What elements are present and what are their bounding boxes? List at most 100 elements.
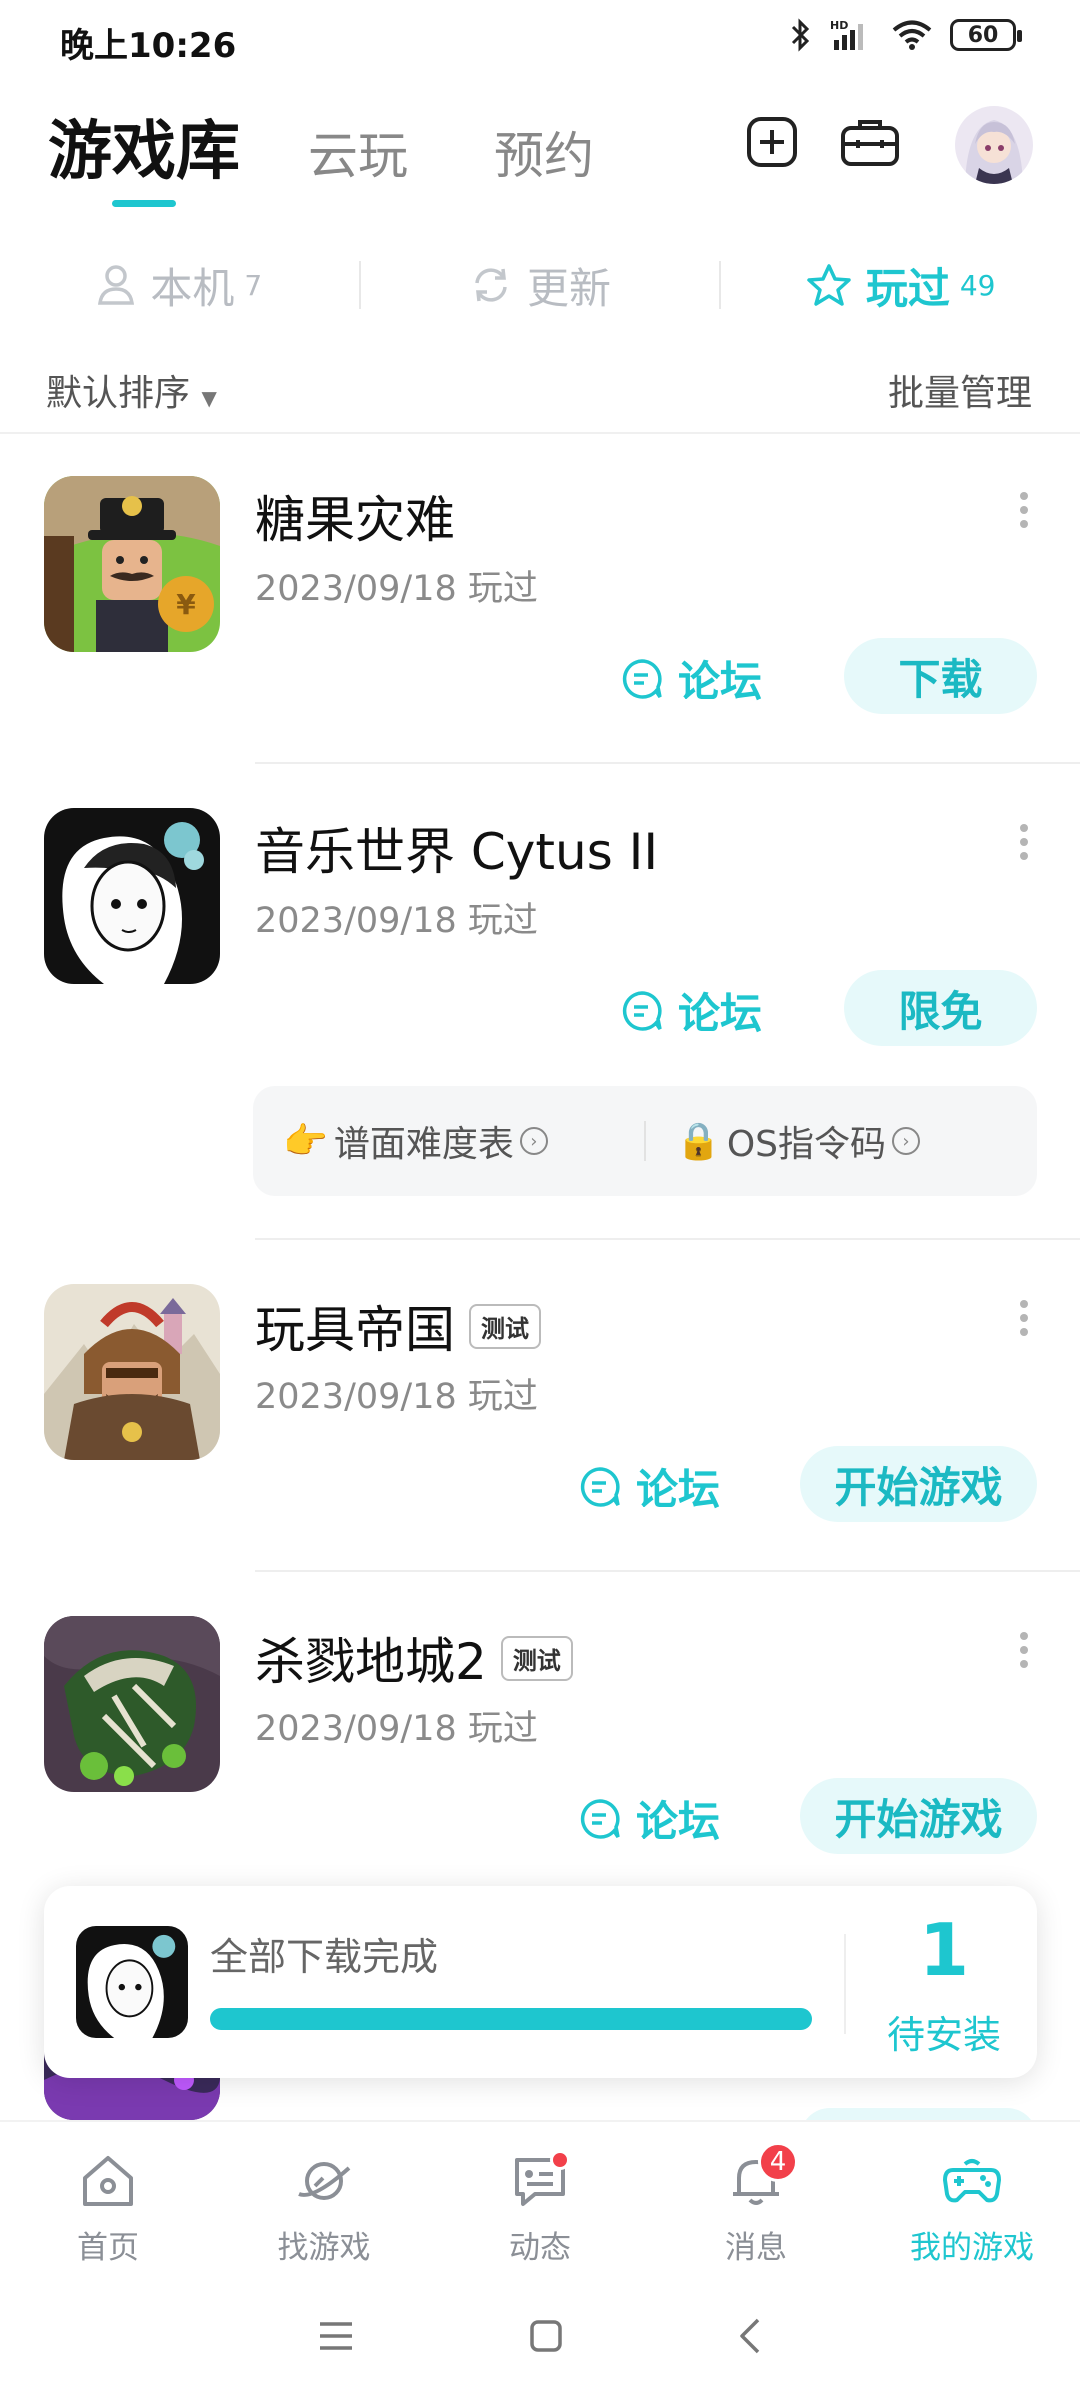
nav-home[interactable]: 首页 bbox=[0, 2122, 216, 2270]
forum-button[interactable]: 论坛 bbox=[620, 648, 762, 709]
game-played-date: 2023/09/18 玩过 bbox=[255, 1709, 538, 1749]
filter-local-count: 7 bbox=[244, 268, 263, 302]
download-progress-bar bbox=[210, 2008, 812, 2030]
nav-find-games[interactable]: 找游戏 bbox=[216, 2122, 432, 2270]
tab-cloud-play[interactable]: 云玩 bbox=[308, 116, 408, 188]
download-panel[interactable]: 全部下载完成 1 待安装 bbox=[44, 1886, 1037, 2078]
refresh-icon bbox=[475, 268, 507, 302]
toolbox-icon[interactable] bbox=[840, 116, 900, 168]
tip-chart-difficulty[interactable]: 👉 谱面难度表 › bbox=[253, 1115, 644, 1167]
download-game-icon bbox=[76, 1926, 188, 2038]
game-played-date: 2023/09/18 玩过 bbox=[255, 1377, 538, 1417]
tip-label: OS指令码 bbox=[726, 1124, 887, 1165]
tab-active-indicator bbox=[112, 200, 176, 207]
tips-box: 👉 谱面难度表 › 🔒 OS指令码 › bbox=[253, 1086, 1037, 1196]
more-vertical-icon[interactable] bbox=[1018, 822, 1030, 862]
nav-messages[interactable]: 4 消息 bbox=[648, 2122, 864, 2270]
divider bbox=[255, 762, 1080, 764]
game-title[interactable]: 杀戮地城2 测试 bbox=[255, 1622, 573, 1694]
filter-played-label: 玩过 bbox=[865, 263, 950, 313]
download-status: 全部下载完成 bbox=[210, 1935, 439, 1979]
wifi-icon bbox=[892, 20, 932, 50]
nav-feed[interactable]: 动态 bbox=[432, 2122, 648, 2270]
message-badge: 4 bbox=[758, 2142, 798, 2182]
batch-manage-button[interactable]: 批量管理 bbox=[888, 364, 1032, 416]
bluetooth-icon bbox=[791, 18, 810, 52]
forum-label: 论坛 bbox=[678, 989, 763, 1038]
tip-label: 谱面难度表 bbox=[333, 1124, 514, 1165]
chevron-right-icon: › bbox=[519, 1127, 548, 1155]
menu-icon[interactable] bbox=[316, 2320, 356, 2352]
forum-button[interactable]: 论坛 bbox=[578, 1788, 720, 1849]
nav-label: 动态 bbox=[509, 2230, 571, 2266]
status-time: 晚上10:26 bbox=[60, 26, 237, 66]
forum-icon bbox=[622, 990, 662, 1031]
battery-icon: 60 bbox=[950, 19, 1022, 51]
notification-dot bbox=[550, 2150, 570, 2170]
lock-icon: 🔒 bbox=[676, 1121, 721, 1162]
filter-played-count: 49 bbox=[959, 268, 996, 302]
start-game-button[interactable]: 开始游戏 bbox=[800, 1446, 1037, 1522]
svg-text:¥: ¥ bbox=[176, 588, 196, 621]
system-nav-bar bbox=[0, 2272, 1080, 2400]
svg-text:HD: HD bbox=[830, 19, 848, 32]
divider bbox=[255, 1570, 1080, 1572]
more-vertical-icon[interactable] bbox=[1018, 1298, 1030, 1338]
start-game-button[interactable]: 开始游戏 bbox=[800, 1778, 1037, 1854]
download-button[interactable]: 下载 bbox=[844, 638, 1037, 714]
filter-played[interactable]: 玩过 49 bbox=[721, 255, 1080, 316]
nav-label: 找游戏 bbox=[277, 2230, 371, 2266]
forum-icon bbox=[580, 1798, 620, 1839]
tip-os-code[interactable]: 🔒 OS指令码 › bbox=[646, 1115, 1037, 1167]
signal-icon: HD bbox=[830, 19, 863, 50]
sort-label: 默认排序 bbox=[46, 373, 191, 414]
chevron-right-icon: › bbox=[892, 1127, 921, 1155]
game-played-date: 2023/09/18 玩过 bbox=[255, 901, 538, 941]
game-title[interactable]: 糖果灾难 bbox=[255, 480, 455, 552]
tab-reserve[interactable]: 预约 bbox=[494, 116, 594, 188]
add-square-icon[interactable] bbox=[746, 116, 798, 168]
game-played-date: 2023/09/18 玩过 bbox=[255, 569, 538, 609]
forum-label: 论坛 bbox=[636, 1465, 721, 1514]
home-icon bbox=[83, 2156, 133, 2206]
home-square-icon[interactable] bbox=[528, 2318, 564, 2354]
game-title[interactable]: 玩具帝国 测试 bbox=[255, 1290, 541, 1362]
forum-label: 论坛 bbox=[678, 657, 763, 706]
filter-update[interactable]: 更新 bbox=[361, 255, 720, 316]
pending-install-count[interactable]: 1 bbox=[854, 1908, 1034, 1992]
gamepad-icon bbox=[943, 2159, 1001, 2203]
more-vertical-icon[interactable] bbox=[1018, 490, 1030, 530]
filter-update-label: 更新 bbox=[527, 263, 612, 313]
tab-game-library[interactable]: 游戏库 bbox=[48, 100, 240, 192]
filter-local-label: 本机 bbox=[150, 263, 235, 313]
sort-dropdown[interactable]: 默认排序 ▼ bbox=[46, 364, 217, 416]
forum-icon bbox=[580, 1466, 620, 1507]
star-icon bbox=[807, 264, 851, 306]
pointing-hand-icon: 👉 bbox=[283, 1121, 328, 1162]
more-vertical-icon[interactable] bbox=[1018, 1630, 1030, 1670]
pending-install-label[interactable]: 待安装 bbox=[854, 2004, 1034, 2059]
nav-label: 首页 bbox=[77, 2230, 139, 2266]
game-title-text: 音乐世界 Cytus II bbox=[255, 823, 659, 881]
forum-label: 论坛 bbox=[636, 1797, 721, 1846]
filter-row: 本机 7 更新 玩过 49 bbox=[0, 250, 1080, 320]
game-title-text: 杀戮地城2 bbox=[255, 1633, 487, 1691]
forum-button[interactable]: 论坛 bbox=[578, 1456, 720, 1517]
bottom-nav: 首页 找游戏 动态 4 消息 我的游戏 bbox=[0, 2120, 1080, 2270]
divider bbox=[0, 432, 1080, 434]
planet-icon bbox=[298, 2162, 351, 2200]
caret-down-icon: ▼ bbox=[201, 386, 217, 410]
avatar[interactable] bbox=[955, 106, 1033, 184]
back-icon[interactable] bbox=[736, 2316, 764, 2356]
status-icons: HD 60 bbox=[790, 18, 1022, 52]
nav-label: 消息 bbox=[725, 2230, 787, 2266]
free-limited-button[interactable]: 限免 bbox=[844, 970, 1037, 1046]
game-icon-slay-the-spire[interactable] bbox=[44, 1616, 220, 1792]
game-icon-candy[interactable]: ¥ bbox=[44, 476, 220, 652]
game-title[interactable]: 音乐世界 Cytus II bbox=[255, 812, 658, 884]
nav-my-games[interactable]: 我的游戏 bbox=[864, 2122, 1080, 2270]
forum-button[interactable]: 论坛 bbox=[620, 980, 762, 1041]
filter-local[interactable]: 本机 7 bbox=[0, 255, 359, 316]
game-icon-toy-empire[interactable] bbox=[44, 1284, 220, 1460]
game-icon-cytus[interactable] bbox=[44, 808, 220, 984]
